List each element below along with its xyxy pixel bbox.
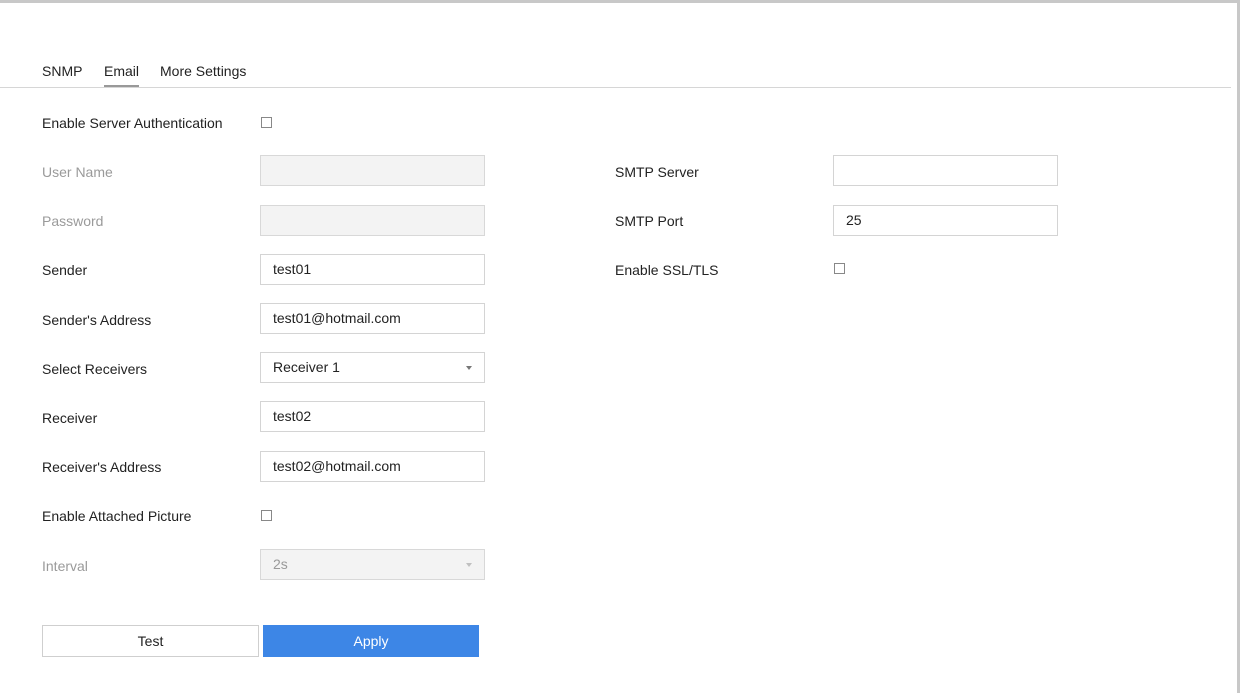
window-frame [0, 0, 1240, 693]
smtp-server-label: SMTP Server [615, 164, 699, 180]
chevron-down-icon [466, 563, 472, 567]
password-input[interactable] [260, 205, 485, 236]
enable-attached-picture-label: Enable Attached Picture [42, 508, 192, 524]
select-receivers-dropdown[interactable]: Receiver 1 [260, 352, 485, 383]
smtp-server-input[interactable] [833, 155, 1058, 186]
sender-address-label: Sender's Address [42, 312, 152, 328]
user-name-label: User Name [42, 164, 113, 180]
enable-attached-picture-checkbox[interactable] [261, 510, 272, 521]
password-label: Password [42, 213, 104, 229]
select-receivers-value: Receiver 1 [273, 359, 340, 375]
enable-ssl-tls-label: Enable SSL/TLS [615, 262, 719, 278]
smtp-port-label: SMTP Port [615, 213, 684, 229]
tab-more-settings[interactable]: More Settings [160, 63, 246, 80]
tab-snmp[interactable]: SNMP [42, 63, 82, 80]
receiver-address-input[interactable]: test02@hotmail.com [260, 451, 485, 482]
enable-server-auth-label: Enable Server Authentication [42, 115, 223, 131]
smtp-port-input[interactable]: 25 [833, 205, 1058, 236]
sender-input[interactable]: test01 [260, 254, 485, 285]
sender-label: Sender [42, 262, 88, 278]
interval-label: Interval [42, 558, 88, 574]
receiver-label: Receiver [42, 410, 98, 426]
select-receivers-label: Select Receivers [42, 361, 148, 377]
receiver-address-label: Receiver's Address [42, 459, 162, 475]
interval-value: 2s [273, 556, 288, 572]
user-name-input[interactable] [260, 155, 485, 186]
interval-dropdown[interactable]: 2s [260, 549, 485, 580]
test-button[interactable]: Test [42, 625, 259, 657]
sender-address-input[interactable]: test01@hotmail.com [260, 303, 485, 334]
apply-button[interactable]: Apply [263, 625, 479, 657]
chevron-down-icon [466, 366, 472, 370]
enable-server-auth-checkbox[interactable] [261, 117, 272, 128]
receiver-input[interactable]: test02 [260, 401, 485, 432]
enable-ssl-tls-checkbox[interactable] [834, 263, 845, 274]
tab-bar: SNMP Email More Settings [0, 0, 1231, 88]
tab-email[interactable]: Email [104, 63, 140, 87]
